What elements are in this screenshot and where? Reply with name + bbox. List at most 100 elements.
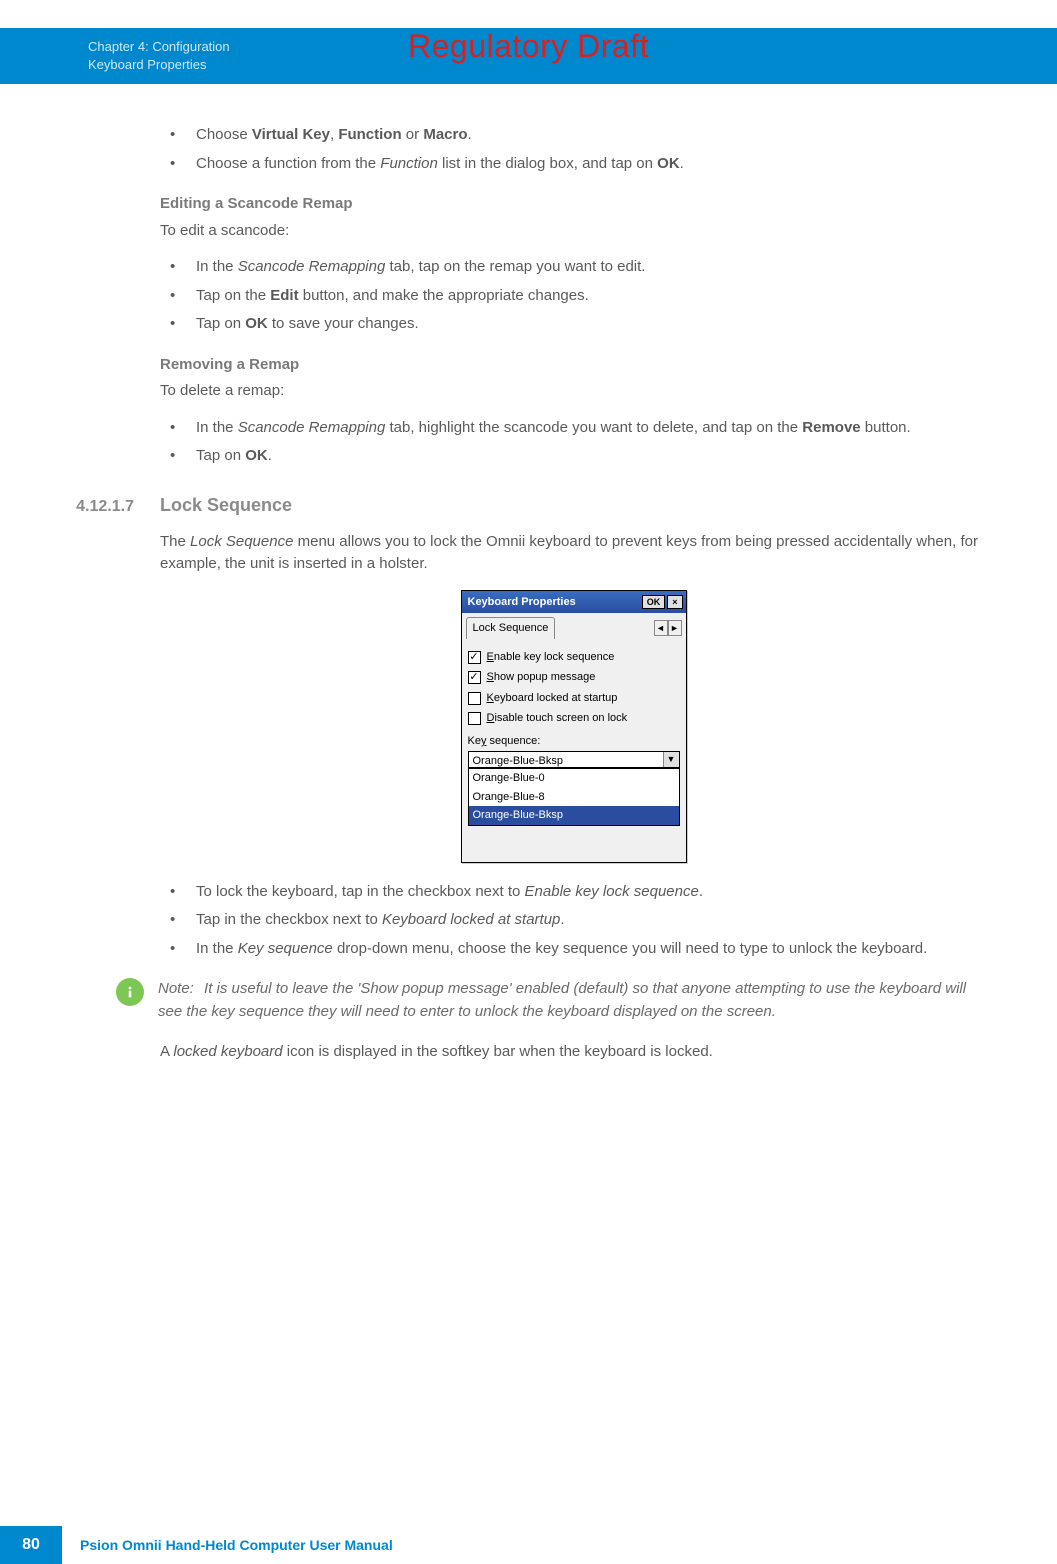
text: Choose — [196, 126, 252, 143]
dialog-padding — [468, 826, 680, 856]
footer: 80 Psion Omnii Hand-Held Computer User M… — [0, 1526, 1057, 1564]
mnemonic: S — [487, 671, 494, 683]
text: icon is displayed in the softkey bar whe… — [283, 1043, 713, 1060]
bold-text: Edit — [270, 287, 298, 304]
text: tab, highlight the scancode you want to … — [385, 419, 802, 436]
text: Tap on — [196, 447, 245, 464]
text: In the — [196, 258, 238, 275]
checkbox-icon — [468, 692, 481, 705]
note-text: Note: It is useful to leave the 'Show po… — [158, 978, 987, 1023]
text: tab, tap on the remap you want to edit. — [385, 258, 645, 275]
text: to save your changes. — [268, 315, 419, 332]
checkbox-icon: ✓ — [468, 651, 481, 664]
text: The — [160, 533, 190, 550]
text: sequence: — [486, 735, 540, 747]
manual-title: Psion Omnii Hand-Held Computer User Manu… — [62, 1526, 411, 1564]
note-block: Note: It is useful to leave the 'Show po… — [116, 978, 987, 1023]
bold-text: OK — [657, 155, 680, 172]
italic-text: Scancode Remapping — [238, 258, 386, 275]
lock-sequence-para: The Lock Sequence menu allows you to loc… — [160, 531, 987, 576]
text: . — [680, 155, 684, 172]
text: . — [560, 911, 564, 928]
checkbox-enable-keylock[interactable]: ✓ Enable key lock sequence — [468, 649, 680, 666]
bullet-item: Tap on the Edit button, and make the app… — [160, 285, 987, 308]
checkbox-show-popup[interactable]: ✓ Show popup message — [468, 669, 680, 686]
text: In the — [196, 940, 238, 957]
italic-text: Enable key lock sequence — [525, 883, 699, 900]
tab-scroll-left-icon[interactable]: ◄ — [654, 620, 668, 636]
text: A — [160, 1043, 173, 1060]
bullet-item: In the Scancode Remapping tab, tap on th… — [160, 256, 987, 279]
watermark: Regulatory Draft — [0, 28, 1057, 65]
text: . — [468, 126, 472, 143]
dropdown-option[interactable]: Orange-Blue-8 — [469, 788, 679, 807]
italic-text: locked keyboard — [173, 1043, 282, 1060]
text: Tap on — [196, 315, 245, 332]
tab-lock-sequence[interactable]: Lock Sequence — [466, 617, 556, 639]
checkbox-label: isable touch screen on lock — [494, 712, 627, 724]
edit-bullets: In the Scancode Remapping tab, tap on th… — [160, 256, 987, 336]
text: Tap on the — [196, 287, 270, 304]
mnemonic: K — [487, 692, 494, 704]
bullet-item: Tap on OK. — [160, 445, 987, 468]
bold-text: Macro — [423, 126, 467, 143]
italic-text: Key sequence — [238, 940, 333, 957]
dropdown-option[interactable]: Orange-Blue-0 — [469, 769, 679, 788]
info-icon — [116, 978, 144, 1006]
text: list in the dialog box, and tap on — [438, 155, 657, 172]
text: Choose a function from the — [196, 155, 380, 172]
italic-text: Keyboard locked at startup — [382, 911, 560, 928]
dialog-tabs: Lock Sequence ◄ ► — [462, 613, 686, 639]
bold-text: OK — [245, 447, 268, 464]
dropdown-option-selected[interactable]: Orange-Blue-Bksp — [469, 806, 679, 825]
text: button. — [861, 419, 911, 436]
bullet-item: Tap on OK to save your changes. — [160, 313, 987, 336]
text: In the — [196, 419, 238, 436]
section-number: 4.12.1.7 — [45, 495, 160, 519]
chevron-down-icon[interactable]: ▼ — [663, 752, 679, 767]
italic-text: Scancode Remapping — [238, 419, 386, 436]
checkbox-disable-touch[interactable]: Disable touch screen on lock — [468, 710, 680, 727]
bullet-item: Choose Virtual Key, Function or Macro. — [160, 124, 987, 147]
keyboard-properties-dialog: Keyboard Properties OK × Lock Sequence ◄… — [461, 590, 687, 863]
bullet-item: In the Key sequence drop-down menu, choo… — [160, 938, 987, 961]
dialog-screenshot: Keyboard Properties OK × Lock Sequence ◄… — [160, 590, 987, 863]
bold-text: Remove — [802, 419, 860, 436]
edit-scancode-heading: Editing a Scancode Remap — [160, 193, 987, 216]
page-content: Choose Virtual Key, Function or Macro. C… — [0, 84, 1057, 1064]
text: Ke — [468, 735, 481, 747]
ok-button[interactable]: OK — [642, 595, 666, 609]
checkbox-label: how popup message — [494, 671, 596, 683]
note-body: It is useful to leave the 'Show popup me… — [158, 980, 966, 1020]
bullets-top: Choose Virtual Key, Function or Macro. C… — [160, 124, 987, 175]
edit-intro: To edit a scancode: — [160, 220, 987, 243]
section-heading-row: 4.12.1.7 Lock Sequence — [45, 492, 987, 519]
text: To lock the keyboard, tap in the checkbo… — [196, 883, 525, 900]
text: drop-down menu, choose the key sequence … — [333, 940, 928, 957]
bold-text: Function — [338, 126, 401, 143]
close-button[interactable]: × — [667, 595, 682, 609]
italic-text: Lock Sequence — [190, 533, 293, 550]
bullet-item: In the Scancode Remapping tab, highlight… — [160, 417, 987, 440]
dialog-title-text: Keyboard Properties — [468, 594, 576, 611]
text: button, and make the appropriate changes… — [299, 287, 589, 304]
checkbox-label: eyboard locked at startup — [494, 692, 618, 704]
dialog-titlebar: Keyboard Properties OK × — [462, 591, 686, 614]
remove-intro: To delete a remap: — [160, 380, 987, 403]
tab-scroll-right-icon[interactable]: ► — [668, 620, 682, 636]
bold-text: Virtual Key — [252, 126, 330, 143]
checkbox-label: nable key lock sequence — [494, 651, 614, 663]
checkbox-locked-startup[interactable]: Keyboard locked at startup — [468, 690, 680, 707]
key-sequence-label: Key sequence: — [468, 733, 680, 750]
dropdown-options: Orange-Blue-0 Orange-Blue-8 Orange-Blue-… — [468, 768, 680, 826]
checkbox-icon — [468, 712, 481, 725]
remove-remap-heading: Removing a Remap — [160, 354, 987, 377]
key-sequence-dropdown[interactable]: Orange-Blue-Bksp ▼ — [468, 751, 680, 768]
section-title: Lock Sequence — [160, 492, 292, 519]
checkbox-icon: ✓ — [468, 671, 481, 684]
dialog-body: ✓ Enable key lock sequence ✓ Show popup … — [462, 639, 686, 862]
lock-bullets: To lock the keyboard, tap in the checkbo… — [160, 881, 987, 961]
bullet-item: Tap in the checkbox next to Keyboard loc… — [160, 909, 987, 932]
italic-text: Function — [380, 155, 438, 172]
bullet-item: To lock the keyboard, tap in the checkbo… — [160, 881, 987, 904]
